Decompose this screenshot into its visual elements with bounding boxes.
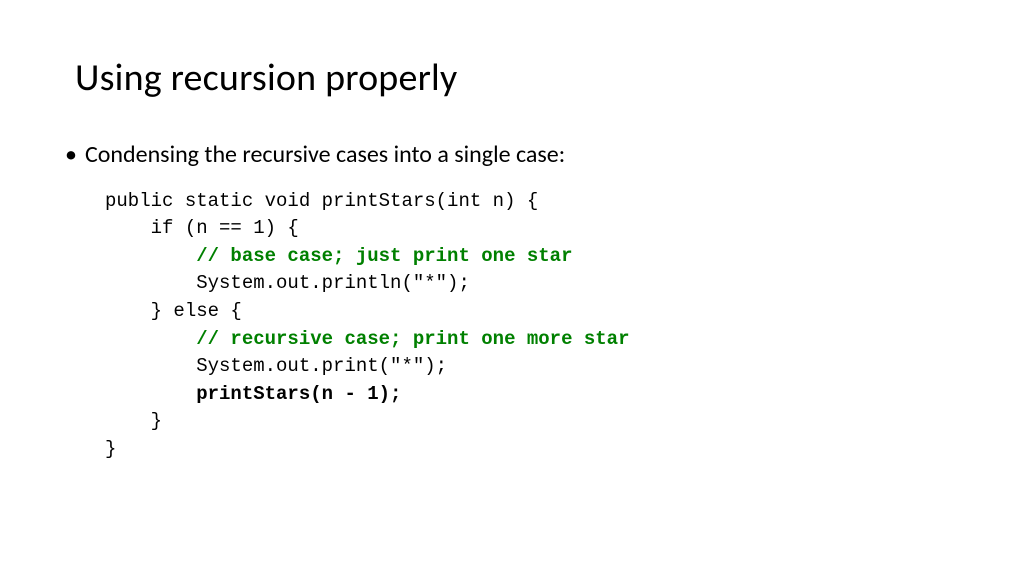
code-comment: // recursive case; print one more star <box>105 328 630 350</box>
code-line: } else { <box>105 300 242 322</box>
code-comment: // base case; just print one star <box>105 245 572 267</box>
bullet-item: • Condensing the recursive cases into a … <box>75 141 949 170</box>
code-line: System.out.println("*"); <box>105 272 470 294</box>
bullet-dot-icon: • <box>65 141 77 170</box>
code-line: } <box>105 410 162 432</box>
code-block: public static void printStars(int n) { i… <box>105 188 949 463</box>
code-recursive-call: printStars(n - 1); <box>105 383 401 405</box>
code-line: if (n == 1) { <box>105 217 299 239</box>
bullet-text: Condensing the recursive cases into a si… <box>85 141 565 170</box>
slide-title: Using recursion properly <box>75 55 949 101</box>
code-line: public static void printStars(int n) { <box>105 190 538 212</box>
code-line: System.out.print("*"); <box>105 355 447 377</box>
code-line: } <box>105 438 116 460</box>
